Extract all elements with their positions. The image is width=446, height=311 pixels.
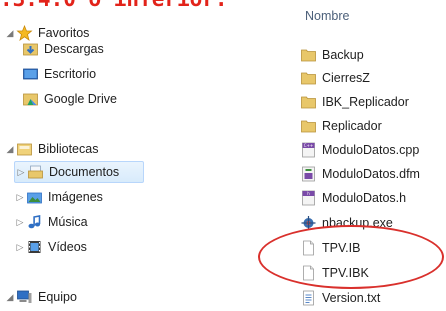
file-item[interactable]: IBK_Replicador xyxy=(300,91,409,113)
music-library-icon xyxy=(28,215,41,229)
nav-label: Documentos xyxy=(49,165,120,179)
svg-text:h: h xyxy=(307,191,310,196)
file-name: ModuloDatos.cpp xyxy=(322,143,420,157)
file-item[interactable]: TPV.IBK xyxy=(300,262,369,284)
documents-library-icon xyxy=(28,165,43,179)
file-name: CierresZ xyxy=(322,71,370,85)
file-name: TPV.IBK xyxy=(322,266,369,280)
collapse-arrow-icon[interactable]: ◢ xyxy=(4,28,16,39)
file-item[interactable]: nbackup.exe xyxy=(300,212,393,234)
blank-file-icon xyxy=(303,240,314,256)
folder-icon xyxy=(301,120,316,133)
nav-label: Imágenes xyxy=(48,190,103,204)
nav-item-documentos[interactable]: ▷ Documentos xyxy=(14,161,144,183)
collapse-arrow-icon[interactable]: ◢ xyxy=(4,144,16,155)
nav-item-equipo[interactable]: ◢ Equipo xyxy=(4,286,77,308)
file-name: Version.txt xyxy=(322,291,381,305)
file-item[interactable]: Replicador xyxy=(300,115,382,137)
nav-label: Vídeos xyxy=(48,240,87,254)
exe-icon xyxy=(301,216,316,230)
file-name: TPV.IB xyxy=(322,241,361,255)
collapse-arrow-icon[interactable]: ◢ xyxy=(4,292,16,303)
nav-label: Bibliotecas xyxy=(38,142,99,156)
file-item[interactable]: C++ ModuloDatos.cpp xyxy=(300,139,419,161)
expand-arrow-icon[interactable]: ▷ xyxy=(15,167,27,178)
navigation-pane: ◢ Favoritos Descargas Escritorio Google … xyxy=(0,0,286,311)
file-item[interactable]: ModuloDatos.dfm xyxy=(300,163,420,185)
file-name: Replicador xyxy=(322,119,382,133)
cpp-file-icon: C++ xyxy=(302,142,315,158)
dfm-file-icon xyxy=(302,166,315,182)
file-item[interactable]: h ModuloDatos.h xyxy=(300,187,406,209)
downloads-folder-icon xyxy=(23,43,38,56)
nav-item-descargas[interactable]: Descargas xyxy=(22,38,104,60)
nav-item-imagenes[interactable]: ▷ Imágenes xyxy=(14,186,103,208)
expand-arrow-icon[interactable]: ▷ xyxy=(14,192,26,203)
text-file-icon xyxy=(303,290,314,306)
file-list: Backup CierresZ IBK_Replicador Replicado… xyxy=(300,0,446,311)
nav-label: Equipo xyxy=(38,290,77,304)
nav-item-escritorio[interactable]: Escritorio xyxy=(22,63,96,85)
desktop-icon xyxy=(23,68,38,80)
nav-label: Escritorio xyxy=(44,67,97,81)
computer-icon xyxy=(17,290,32,303)
file-name: nbackup.exe xyxy=(322,216,393,230)
file-item[interactable]: CierresZ xyxy=(300,67,370,89)
folder-icon xyxy=(301,49,316,62)
pictures-library-icon xyxy=(27,192,42,204)
nav-label: Música xyxy=(48,215,88,229)
nav-item-google-drive[interactable]: Google Drive xyxy=(22,88,117,110)
h-file-icon: h xyxy=(302,190,315,206)
file-name: Backup xyxy=(322,48,364,62)
file-name: ModuloDatos.h xyxy=(322,191,407,205)
file-item[interactable]: Version.txt xyxy=(300,287,380,309)
file-name: IBK_Replicador xyxy=(322,95,409,109)
blank-file-icon xyxy=(303,265,314,281)
folder-icon xyxy=(301,72,316,85)
videos-library-icon xyxy=(28,241,41,253)
expand-arrow-icon[interactable]: ▷ xyxy=(14,242,26,253)
nav-label: Descargas xyxy=(44,42,104,56)
svg-text:C++: C++ xyxy=(304,143,314,148)
folder-icon xyxy=(301,96,316,109)
nav-label: Google Drive xyxy=(44,92,117,106)
google-drive-folder-icon xyxy=(23,93,38,106)
nav-item-musica[interactable]: ▷ Música xyxy=(14,211,88,233)
libraries-icon xyxy=(17,143,32,156)
expand-arrow-icon[interactable]: ▷ xyxy=(14,217,26,228)
file-item[interactable]: TPV.IB xyxy=(300,237,360,259)
file-item[interactable]: Backup xyxy=(300,44,364,66)
nav-item-bibliotecas[interactable]: ◢ Bibliotecas xyxy=(4,138,99,160)
file-name: ModuloDatos.dfm xyxy=(322,167,420,181)
nav-item-videos[interactable]: ▷ Vídeos xyxy=(14,236,87,258)
